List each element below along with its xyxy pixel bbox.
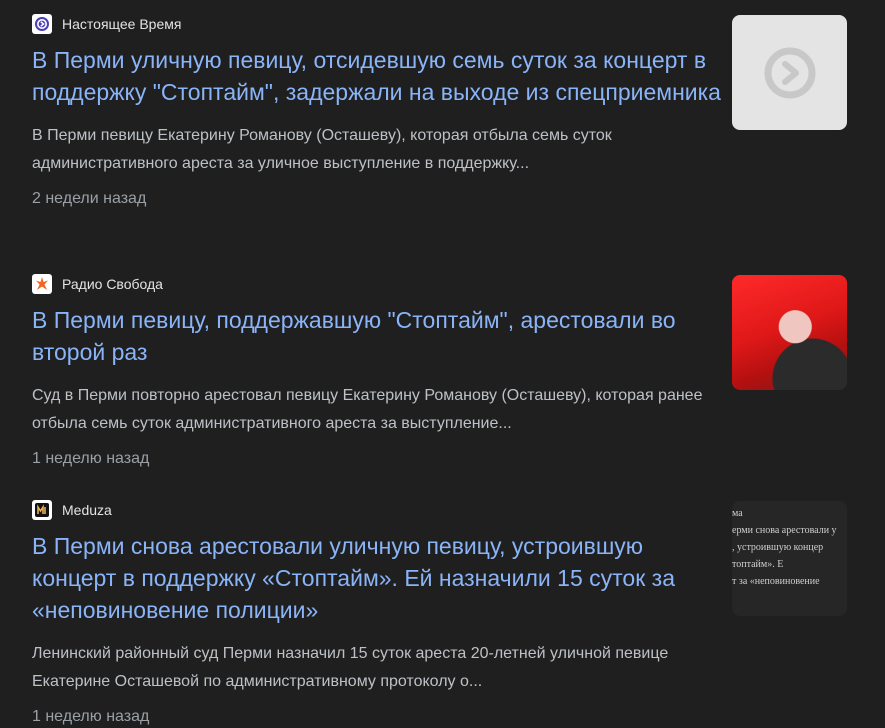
thumbnail-text-line: топтайм». Е	[732, 559, 784, 570]
thumbnail-text-line: т за «неповиновение	[732, 576, 820, 587]
timestamp: 2 недели назад	[32, 190, 147, 207]
meduza-article-text-thumbnail[interactable]: ма ерми снова арестовали у , устроившую …	[732, 501, 847, 616]
thumbnail-text-line: , устроившую концер	[732, 542, 824, 553]
radio-liberty-logo-icon	[32, 274, 52, 294]
headline-link[interactable]: В Перми певицу, поддержавшую "Стоптайм",…	[32, 304, 722, 368]
news-result-card[interactable]: Настоящее Время В Перми уличную певицу, …	[32, 14, 847, 209]
snippet: В Перми певицу Екатерину Романову (Осташ…	[32, 127, 612, 172]
snippet: Ленинский районный суд Перми назначил 15…	[32, 645, 669, 690]
source-row: Meduza	[32, 500, 847, 520]
thumbnail-text-line: ма	[732, 508, 743, 519]
source-row: Настоящее Время	[32, 14, 847, 34]
timestamp: 1 неделю назад	[32, 708, 150, 725]
source-row: Радио Свобода	[32, 274, 847, 294]
current-time-logo-icon	[764, 47, 815, 98]
current-time-logo-icon	[32, 14, 52, 34]
source-name[interactable]: Настоящее Время	[62, 14, 181, 34]
source-name[interactable]: Радио Свобода	[62, 274, 163, 294]
news-result-card[interactable]: Радио Свобода В Перми певицу, поддержавш…	[32, 274, 847, 469]
headline-link[interactable]: В Перми снова арестовали уличную певицу,…	[32, 530, 722, 626]
thumbnail-text-line: ерми снова арестовали у	[732, 525, 837, 536]
news-results-feed: Настоящее Время В Перми уличную певицу, …	[0, 0, 885, 728]
timestamp: 1 неделю назад	[32, 450, 150, 467]
current-time-logo-thumbnail[interactable]	[732, 15, 847, 130]
snippet: Суд в Перми повторно арестовал певицу Ек…	[32, 387, 703, 432]
source-name[interactable]: Meduza	[62, 500, 112, 520]
news-result-card[interactable]: Meduza В Перми снова арестовали уличную …	[32, 500, 847, 727]
headline-link[interactable]: В Перми уличную певицу, отсидевшую семь …	[32, 44, 722, 108]
meduza-logo-icon	[32, 500, 52, 520]
red-haired-singer-photo[interactable]	[732, 275, 847, 390]
